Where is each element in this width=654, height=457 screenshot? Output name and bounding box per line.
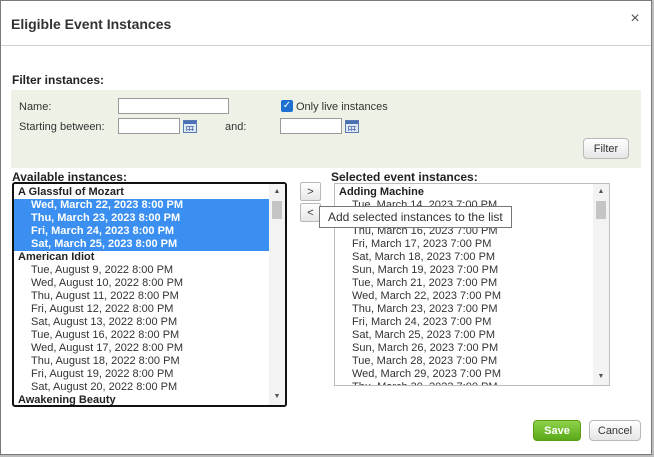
end-date-input[interactable] xyxy=(280,118,342,134)
only-live-label: Only live instances xyxy=(296,101,388,113)
eligible-event-instances-dialog: Eligible Event Instances × Filter instan… xyxy=(0,0,652,455)
only-live-checkbox[interactable]: ✓ xyxy=(281,100,293,112)
instance-option[interactable]: Sat, March 25, 2023 8:00 PM xyxy=(14,238,269,251)
start-calendar-icon[interactable] xyxy=(183,120,197,133)
instance-option[interactable]: Thu, March 23, 2023 8:00 PM xyxy=(14,212,269,225)
instance-option[interactable]: Fri, March 24, 2023 8:00 PM xyxy=(14,225,269,238)
selected-scrollbar[interactable]: ▲ ▼ xyxy=(593,184,609,385)
instance-option[interactable]: Thu, March 30, 2023 7:00 PM xyxy=(335,381,593,385)
scroll-up-icon[interactable]: ▲ xyxy=(269,185,285,199)
scroll-down-icon[interactable]: ▼ xyxy=(269,390,285,404)
starting-between-label: Starting between: xyxy=(19,121,105,133)
scroll-thumb[interactable] xyxy=(596,201,606,219)
save-button[interactable]: Save xyxy=(533,420,581,441)
end-calendar-icon[interactable] xyxy=(345,120,359,133)
scroll-up-icon[interactable]: ▲ xyxy=(593,185,609,199)
instance-option[interactable]: Thu, August 18, 2022 8:00 PM xyxy=(14,355,269,368)
scroll-down-icon[interactable]: ▼ xyxy=(593,370,609,384)
start-date-input[interactable] xyxy=(118,118,180,134)
available-scrollbar[interactable]: ▲ ▼ xyxy=(269,184,285,405)
instance-option[interactable]: Sat, March 18, 2023 7:00 PM xyxy=(335,251,593,264)
dialog-titlebar: Eligible Event Instances × xyxy=(1,1,651,46)
instance-option[interactable]: Fri, August 19, 2022 8:00 PM xyxy=(14,368,269,381)
instance-option[interactable]: Sun, March 26, 2023 7:00 PM xyxy=(335,342,593,355)
instance-option[interactable]: Sat, August 20, 2022 8:00 PM xyxy=(14,381,269,394)
instance-option[interactable]: Wed, August 10, 2022 8:00 PM xyxy=(14,277,269,290)
option-group-label: American Idiot xyxy=(18,251,95,263)
instance-option[interactable]: Thu, August 11, 2022 8:00 PM xyxy=(14,290,269,303)
filter-heading: Filter instances: xyxy=(12,73,105,87)
instance-option[interactable]: Sat, March 25, 2023 7:00 PM xyxy=(335,329,593,342)
add-instances-tooltip: Add selected instances to the list xyxy=(319,206,512,228)
option-group-label: Adding Machine xyxy=(339,186,424,198)
instance-option[interactable]: Tue, March 21, 2023 7:00 PM xyxy=(335,277,593,290)
instance-option[interactable]: Sat, August 13, 2022 8:00 PM xyxy=(14,316,269,329)
option-group-label: A Glassful of Mozart xyxy=(18,186,124,198)
filter-button[interactable]: Filter xyxy=(583,138,629,159)
instance-option[interactable]: Thu, March 23, 2023 7:00 PM xyxy=(335,303,593,316)
add-instances-button[interactable]: > xyxy=(300,182,321,201)
instance-option[interactable]: Wed, March 29, 2023 7:00 PM xyxy=(335,368,593,381)
instance-option[interactable]: Wed, March 22, 2023 8:00 PM xyxy=(14,199,269,212)
remove-instances-button[interactable]: < xyxy=(300,203,321,222)
available-instances-list[interactable]: A Glassful of Mozart Wed, March 22, 2023 … xyxy=(12,182,287,407)
scroll-thumb[interactable] xyxy=(272,201,282,219)
option-group-label: Awakening Beauty xyxy=(18,394,116,406)
instance-option[interactable]: Fri, March 17, 2023 7:00 PM xyxy=(335,238,593,251)
name-label: Name: xyxy=(19,101,52,113)
instance-option[interactable]: Wed, March 22, 2023 7:00 PM xyxy=(335,290,593,303)
instance-option[interactable]: Sun, March 19, 2023 7:00 PM xyxy=(335,264,593,277)
instance-option[interactable]: Fri, August 12, 2022 8:00 PM xyxy=(14,303,269,316)
instance-option[interactable]: Tue, March 28, 2023 7:00 PM xyxy=(335,355,593,368)
instance-option[interactable]: Wed, August 17, 2022 8:00 PM xyxy=(14,342,269,355)
and-label: and: xyxy=(225,121,247,133)
name-input[interactable] xyxy=(118,98,229,114)
instance-option[interactable]: Tue, August 16, 2022 8:00 PM xyxy=(14,329,269,342)
instance-option[interactable]: Tue, August 9, 2022 8:00 PM xyxy=(14,264,269,277)
available-options: A Glassful of Mozart Wed, March 22, 2023 … xyxy=(14,186,269,406)
selected-heading: Selected event instances: xyxy=(331,170,478,184)
dialog-title: Eligible Event Instances xyxy=(11,16,172,32)
instance-option[interactable]: Fri, March 24, 2023 7:00 PM xyxy=(335,316,593,329)
filter-panel: Name: ✓ Only live instances Starting bet… xyxy=(11,90,641,168)
close-icon[interactable]: × xyxy=(625,9,645,29)
cancel-button[interactable]: Cancel xyxy=(589,420,641,441)
